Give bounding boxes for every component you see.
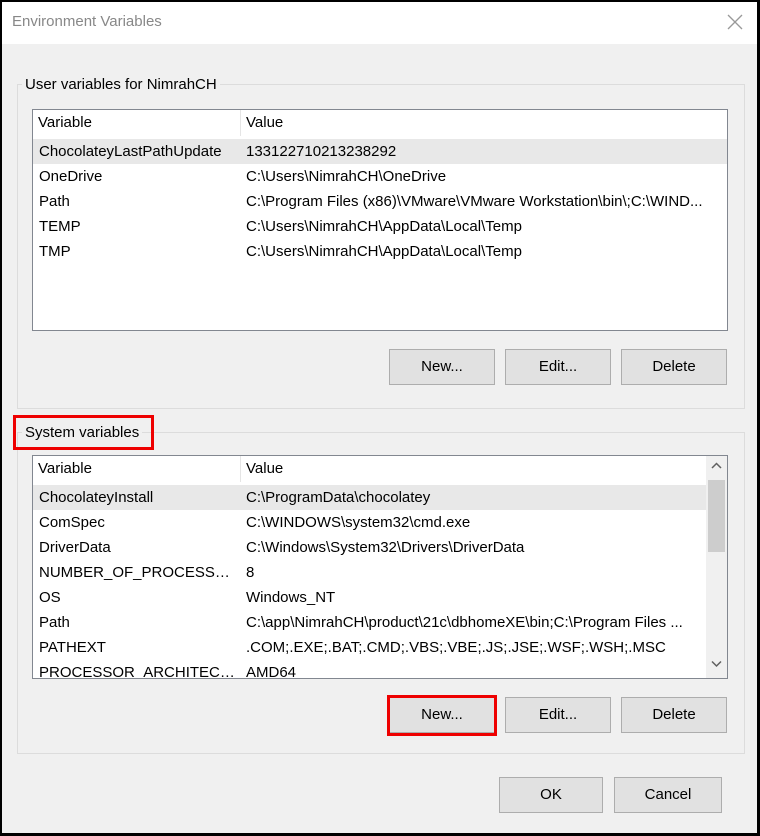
variable-value-cell: C:\Program Files (x86)\VMware\VMware Wor… [246,193,703,210]
table-row[interactable]: OneDrive C:\Users\NimrahCH\OneDrive [33,164,727,189]
column-header-variable[interactable]: Variable [33,456,241,482]
variable-value-cell: Windows_NT [246,589,336,606]
variable-name-cell: PROCESSOR_ARCHITECTURE [39,664,239,679]
cancel-button[interactable]: Cancel [614,777,722,813]
column-header-value[interactable]: Value [241,110,727,136]
user-edit-button[interactable]: Edit... [505,349,611,385]
close-button[interactable] [713,2,757,44]
system-edit-button[interactable]: Edit... [505,697,611,733]
user-new-button[interactable]: New... [389,349,495,385]
variable-value-cell: .COM;.EXE;.BAT;.CMD;.VBS;.VBE;.JS;.JSE;.… [246,639,666,656]
system-new-button-highlight [387,695,497,736]
variable-value-cell: C:\Windows\System32\Drivers\DriverData [246,539,525,556]
variable-value-cell: C:\Users\NimrahCH\AppData\Local\Temp [246,218,522,235]
ok-button[interactable]: OK [499,777,603,813]
system-delete-button[interactable]: Delete [621,697,727,733]
table-row[interactable]: TEMP C:\Users\NimrahCH\AppData\Local\Temp [33,214,727,239]
column-header-value[interactable]: Value [241,456,706,482]
table-row[interactable]: DriverData C:\Windows\System32\Drivers\Dr… [33,535,706,560]
table-row[interactable]: PROCESSOR_ARCHITECTURE AMD64 [33,660,706,679]
list-header: Variable Value [33,456,727,482]
variable-value-cell: C:\Users\NimrahCH\AppData\Local\Temp [246,243,522,260]
variable-name-cell: TMP [39,243,71,260]
user-variables-label: User variables for NimrahCH [22,76,220,93]
variable-name-cell: ComSpec [39,514,105,531]
system-variables-list[interactable]: Variable Value ChocolateyInstall C:\Progr… [32,455,728,679]
variable-name-cell: OS [39,589,61,606]
variable-name-cell: Path [39,614,70,631]
window-title: Environment Variables [12,13,162,30]
variable-value-cell: C:\WINDOWS\system32\cmd.exe [246,514,471,531]
variable-value-cell: C:\app\NimrahCH\product\21c\dbhomeXE\bin… [246,614,683,631]
close-icon [727,14,743,30]
variable-value-cell: C:\ProgramData\chocolatey [246,489,431,506]
table-row[interactable]: ChocolateyInstall C:\ProgramData\chocolat… [33,485,706,510]
table-row[interactable]: ChocolateyLastPathUpdate 1331227102132382… [33,139,727,164]
user-variables-list[interactable]: Variable Value ChocolateyLastPathUpdate 1… [32,109,728,331]
environment-variables-dialog: Environment Variables User variables for… [2,2,757,833]
variable-name-cell: DriverData [39,539,111,556]
variable-name-cell: Path [39,193,70,210]
user-delete-button[interactable]: Delete [621,349,727,385]
variable-name-cell: ChocolateyInstall [39,489,154,506]
variable-value-cell: AMD64 [246,664,297,679]
table-row[interactable]: ComSpec C:\WINDOWS\system32\cmd.exe [33,510,706,535]
variable-value-cell: C:\Users\NimrahCH\OneDrive [246,168,447,185]
variable-name-cell: OneDrive [39,168,103,185]
title-bar: Environment Variables [2,2,757,44]
variable-value-cell: 8 [246,564,255,581]
table-row[interactable]: OS Windows_NT [33,585,706,610]
variable-name-cell: ChocolateyLastPathUpdate [39,143,222,160]
vertical-scrollbar[interactable] [706,456,727,678]
table-row[interactable]: NUMBER_OF_PROCESSORS 8 [33,560,706,585]
table-row[interactable]: Path C:\Program Files (x86)\VMware\VMware… [33,189,727,214]
table-row[interactable]: TMP C:\Users\NimrahCH\AppData\Local\Temp [33,239,727,264]
column-header-variable[interactable]: Variable [33,110,241,136]
scroll-up-arrow-icon[interactable] [706,458,727,476]
list-header: Variable Value [33,110,727,136]
variable-value-cell: 133122710213238292 [246,143,397,160]
variable-name-cell: TEMP [39,218,81,235]
table-row[interactable]: PATHEXT .COM;.EXE;.BAT;.CMD;.VBS;.VBE;.JS… [33,635,706,660]
scroll-down-arrow-icon[interactable] [706,656,727,674]
table-row[interactable]: Path C:\app\NimrahCH\product\21c\dbhomeXE… [33,610,706,635]
variable-name-cell: NUMBER_OF_PROCESSORS [39,564,239,581]
scroll-thumb[interactable] [708,480,725,552]
variable-name-cell: PATHEXT [39,639,106,656]
system-variables-label-highlight [13,415,154,450]
